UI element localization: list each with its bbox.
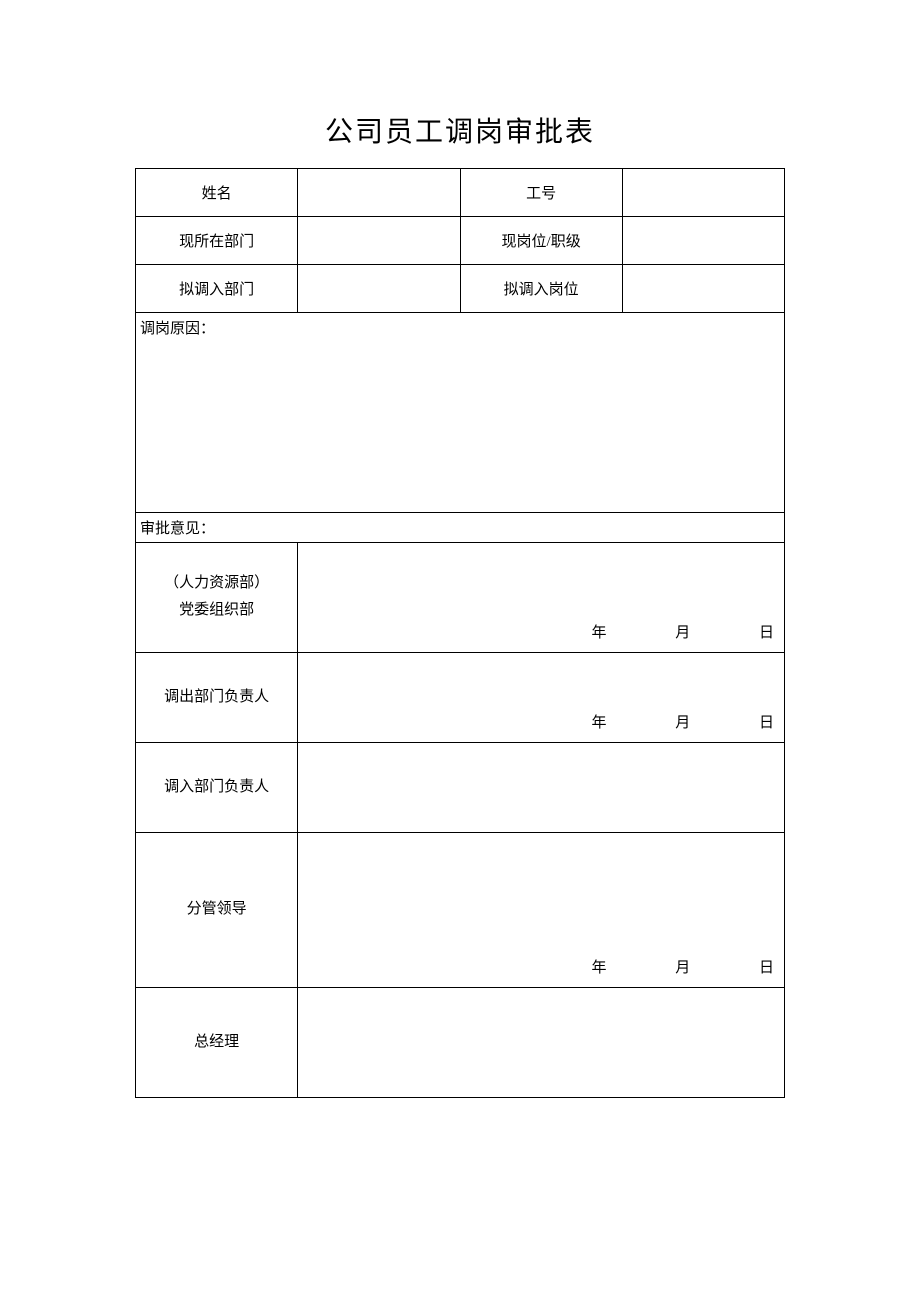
leader-signature-area[interactable]: 年 月 日 xyxy=(298,832,785,987)
current-dept-label: 现所在部门 xyxy=(136,217,298,265)
out-dept-signature-area[interactable]: 年 月 日 xyxy=(298,652,785,742)
hr-signature-area[interactable]: 年 月 日 xyxy=(298,542,785,652)
target-pos-label: 拟调入岗位 xyxy=(460,265,622,313)
reason-body[interactable] xyxy=(136,342,785,512)
approval-form-table: 姓名 工号 现所在部门 现岗位/职级 拟调入部门 拟调入岗位 调岗原因： 审批意… xyxy=(135,168,785,1098)
row-name-id: 姓名 工号 xyxy=(136,169,785,217)
gm-label: 总经理 xyxy=(136,987,298,1097)
in-dept-signature-area[interactable] xyxy=(298,742,785,832)
id-value[interactable] xyxy=(622,169,784,217)
row-approval-label: 审批意见： xyxy=(136,512,785,542)
name-value[interactable] xyxy=(298,169,460,217)
row-leader: 分管领导 年 月 日 xyxy=(136,832,785,987)
name-label: 姓名 xyxy=(136,169,298,217)
current-dept-value[interactable] xyxy=(298,217,460,265)
out-dept-label: 调出部门负责人 xyxy=(136,652,298,742)
row-reason-body xyxy=(136,342,785,512)
row-reason-label: 调岗原因： xyxy=(136,313,785,343)
target-dept-value[interactable] xyxy=(298,265,460,313)
row-target: 拟调入部门 拟调入岗位 xyxy=(136,265,785,313)
row-out-dept: 调出部门负责人 年 月 日 xyxy=(136,652,785,742)
hr-label-line1: （人力资源部） xyxy=(164,575,269,591)
current-pos-value[interactable] xyxy=(622,217,784,265)
page-title: 公司员工调岗审批表 xyxy=(135,110,785,150)
target-pos-value[interactable] xyxy=(622,265,784,313)
row-current: 现所在部门 现岗位/职级 xyxy=(136,217,785,265)
leader-date-line: 年 月 日 xyxy=(526,956,774,977)
reason-label: 调岗原因： xyxy=(136,313,785,343)
hr-label-line2: 党委组织部 xyxy=(179,602,254,618)
id-label: 工号 xyxy=(460,169,622,217)
target-dept-label: 拟调入部门 xyxy=(136,265,298,313)
row-hr: （人力资源部） 党委组织部 年 月 日 xyxy=(136,542,785,652)
in-dept-label: 调入部门负责人 xyxy=(136,742,298,832)
hr-label: （人力资源部） 党委组织部 xyxy=(136,542,298,652)
out-dept-date-line: 年 月 日 xyxy=(526,711,774,732)
row-in-dept: 调入部门负责人 xyxy=(136,742,785,832)
current-pos-label: 现岗位/职级 xyxy=(460,217,622,265)
gm-signature-area[interactable] xyxy=(298,987,785,1097)
leader-label: 分管领导 xyxy=(136,832,298,987)
hr-date-line: 年 月 日 xyxy=(526,621,774,642)
row-gm: 总经理 xyxy=(136,987,785,1097)
approval-label: 审批意见： xyxy=(136,512,785,542)
